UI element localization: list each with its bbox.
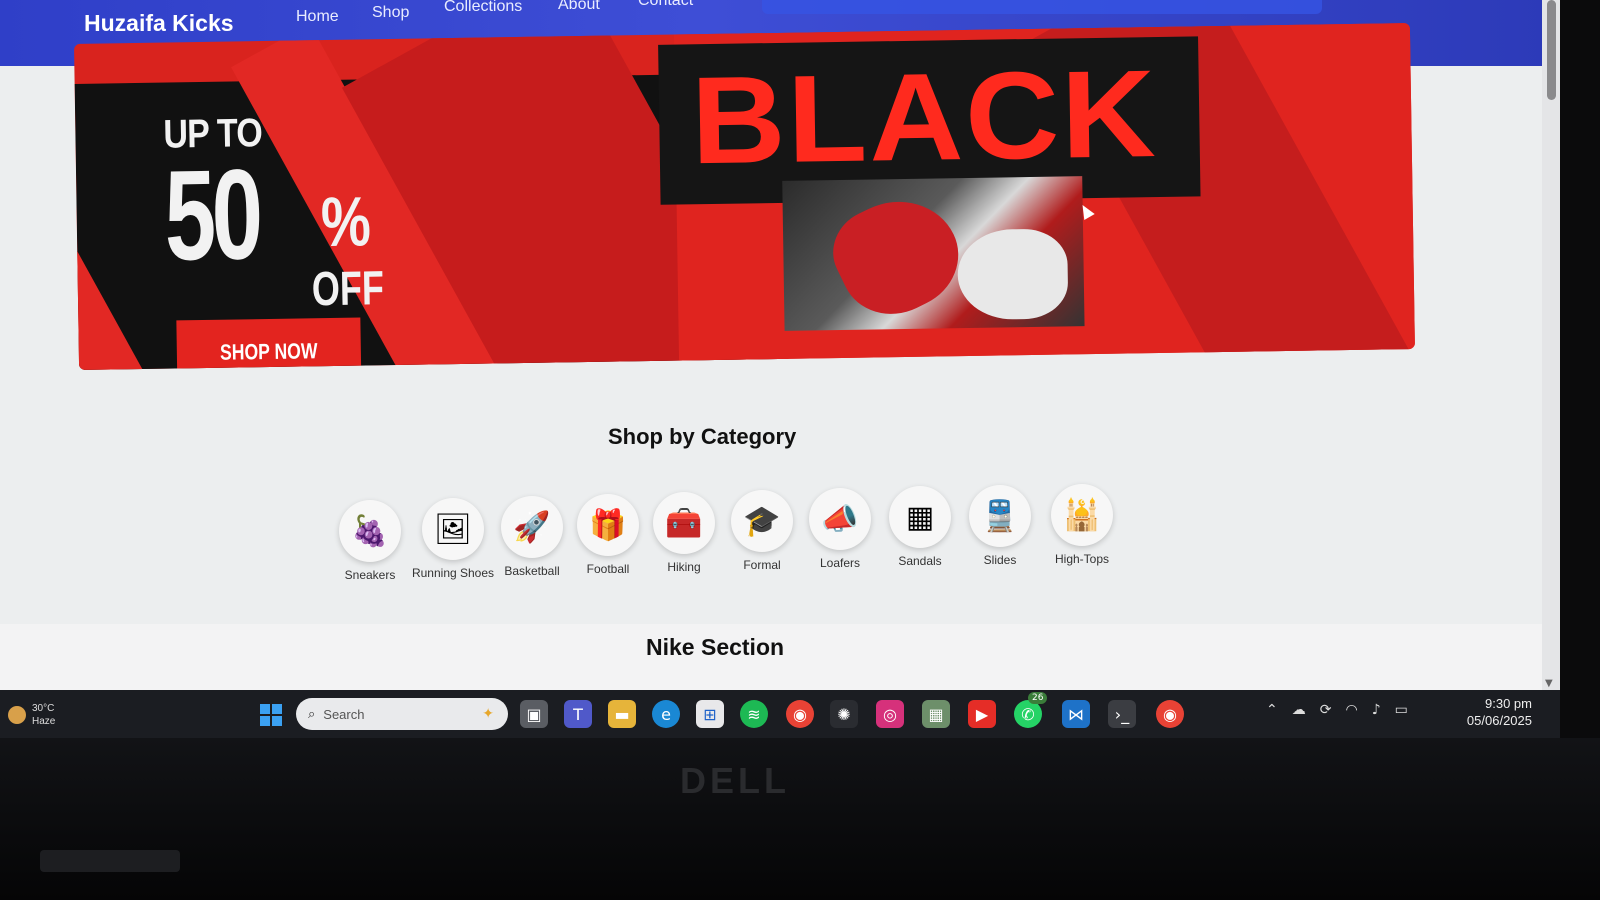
dell-logo: DELL [680, 760, 790, 801]
weather-temperature: 30°C [32, 703, 55, 714]
system-tray: ⌃ ☁ ⟳ ◠ ♪ ▭ [1266, 702, 1408, 718]
category-sneakers[interactable]: 🍇 Sneakers [330, 500, 410, 582]
youtube-icon[interactable]: ▶ [968, 700, 996, 728]
offer-off: OFF [311, 262, 385, 317]
category-basketball[interactable]: 🚀 Basketball [492, 496, 572, 578]
clock-date: 05/06/2025 [1466, 713, 1532, 728]
copilot-sparkle-icon: ✦ [482, 706, 494, 722]
nav-link-contact[interactable]: Contact [638, 0, 708, 10]
whatsapp-icon[interactable]: ✆ [1014, 700, 1042, 728]
category-hiking[interactable]: 🧰 Hiking [644, 492, 724, 574]
edge-icon[interactable]: e [652, 700, 680, 728]
category-label: Sneakers [344, 568, 396, 582]
banner-headline: BLACK [690, 45, 1159, 191]
category-label: Football [586, 562, 630, 576]
browser-viewport: Huzaifa Kicks Home Shop Collections Abou… [0, 0, 1560, 760]
taskbar-search[interactable]: ⌕ Search ✦ [296, 698, 508, 730]
vscode-icon[interactable]: ⋈ [1062, 700, 1090, 728]
graduate-icon: 🎓 [731, 490, 793, 552]
chrome-profile-icon[interactable]: ◉ [1156, 700, 1184, 728]
category-section-title: Shop by Category [608, 424, 797, 449]
laptop-bezel [0, 738, 1600, 900]
category-label: Slides [983, 553, 1017, 567]
spotify-icon[interactable]: ≋ [740, 700, 768, 728]
teams-icon[interactable]: T [564, 700, 592, 728]
category-sandals[interactable]: ▦ Sandals [880, 486, 960, 568]
windows-start-icon[interactable] [260, 704, 282, 726]
shop-now-button[interactable]: SHOP NOW [176, 317, 362, 370]
nike-section-title: Nike Section [646, 634, 785, 660]
wifi-icon[interactable]: ◠ [1345, 702, 1357, 718]
search-icon: ⌕ [308, 706, 316, 722]
chevron-up-icon[interactable]: ⌃ [1266, 702, 1278, 718]
page-scrollbar[interactable]: ▼ [1542, 0, 1560, 700]
scroll-down-arrow-icon[interactable]: ▼ [1545, 678, 1553, 689]
weather-widget[interactable]: 30°C Haze [8, 702, 55, 728]
category-label: Running Shoes [411, 566, 495, 580]
site-brand[interactable]: Huzaifa Kicks [84, 10, 234, 37]
scrollbar-thumb[interactable] [1547, 0, 1556, 100]
terminal-icon[interactable]: ›_ [1108, 700, 1136, 728]
windows-taskbar: 30°C Haze ⌕ Search ✦ ▣ T ▬ e ⊞ ≋ ◉ ✺ ◎ ▦… [0, 690, 1560, 738]
category-football[interactable]: 🎁 Football [568, 494, 648, 576]
nav-link-collections[interactable]: Collections [444, 0, 534, 16]
nav-link-shop[interactable]: Shop [372, 4, 422, 22]
category-loafers[interactable]: 📣 Loafers [800, 488, 880, 570]
promo-banner[interactable]: UP TO 50 % OFF SHOP NOW BLACK [74, 23, 1415, 370]
taskbar-clock[interactable]: 9:30 pm 05/06/2025 [1456, 695, 1532, 729]
instagram-icon[interactable]: ◎ [876, 700, 904, 728]
nav-link-home[interactable]: Home [296, 8, 356, 26]
photo-cards-icon: 🖼 [422, 498, 484, 560]
offer-percent-sign: % [320, 182, 372, 262]
offer-percent: 50 [163, 143, 260, 288]
battery-icon[interactable]: ▭ [1395, 702, 1408, 718]
sync-icon[interactable]: ⟳ [1320, 702, 1332, 718]
category-slides[interactable]: 🚆 Slides [960, 485, 1040, 567]
nav-highlight [762, 0, 1322, 14]
rocket-icon: 🚀 [501, 496, 563, 558]
train-icon: 🚆 [969, 485, 1031, 547]
file-explorer-icon[interactable]: ▬ [608, 700, 636, 728]
shop-now-label: SHOP NOW [219, 338, 318, 365]
category-label: High-Tops [1054, 552, 1110, 566]
photo-app-icon[interactable]: ▦ [922, 700, 950, 728]
megaphone-icon: 📣 [809, 488, 871, 550]
qr-code-icon: ▦ [889, 486, 951, 548]
task-view-icon[interactable]: ▣ [520, 700, 548, 728]
chrome-icon[interactable]: ◉ [786, 700, 814, 728]
microsoft-store-icon[interactable]: ⊞ [696, 700, 724, 728]
category-label: Basketball [504, 564, 560, 578]
category-label: Formal [743, 558, 781, 572]
category-label: Loafers [819, 556, 861, 570]
onedrive-icon[interactable]: ☁ [1292, 702, 1306, 718]
haze-weather-icon [8, 706, 26, 724]
landmark-icon: 🕌 [1051, 484, 1113, 546]
nav-link-about[interactable]: About [558, 0, 618, 14]
bezel-edge [40, 850, 180, 872]
category-label: Sandals [898, 554, 942, 568]
clock-time: 9:30 pm [1485, 696, 1532, 711]
category-high-tops[interactable]: 🕌 High-Tops [1042, 484, 1122, 566]
search-placeholder: Search [323, 706, 365, 722]
category-formal[interactable]: 🎓 Formal [722, 490, 802, 572]
weather-condition: Haze [32, 716, 56, 727]
grapes-icon: 🍇 [339, 500, 401, 562]
weather-text: 30°C Haze [32, 702, 55, 728]
white-sneaker-image [957, 228, 1069, 321]
discount-text: UP TO 50 % OFF [163, 111, 384, 316]
toolbox-icon: 🧰 [653, 492, 715, 554]
category-label: Hiking [667, 560, 701, 574]
category-running-shoes[interactable]: 🖼 Running Shoes [408, 498, 498, 580]
chatgpt-icon[interactable]: ✺ [830, 700, 858, 728]
volume-icon[interactable]: ♪ [1372, 702, 1381, 718]
whatsapp-badge: 26 [1028, 692, 1048, 704]
gifts-icon: 🎁 [577, 494, 639, 556]
